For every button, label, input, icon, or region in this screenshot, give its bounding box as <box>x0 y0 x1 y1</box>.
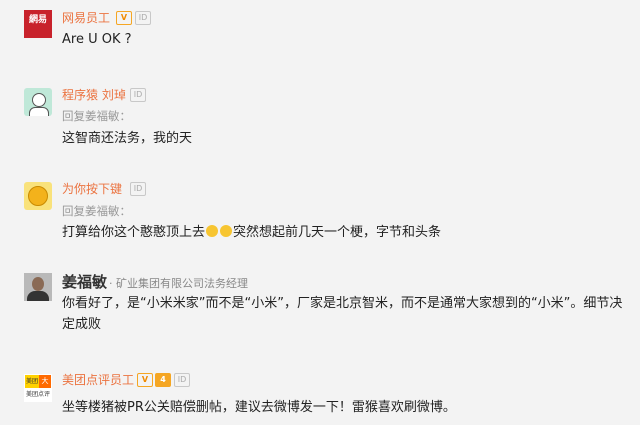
username[interactable]: 为你按下键 <box>62 180 122 197</box>
avatar-person-icon <box>32 277 44 291</box>
comment-item: 为你按下键 ID 回复姜福敏： 打算给你这个憨憨顶上去 突然想起前几天一个梗，字节… <box>0 170 640 256</box>
verified-badge-icon: V <box>137 373 153 387</box>
comment-item: 姜福敏 · 矿业集团有限公司法务经理 你看好了，是“小米米家”而不是“小米”，厂… <box>0 262 640 362</box>
avatar-cartoon-icon <box>28 186 48 206</box>
avatar[interactable] <box>24 88 52 116</box>
avatar-shoulders-icon <box>27 291 49 301</box>
username[interactable]: 网易员工 <box>62 9 110 26</box>
comment-text: 这智商还法务，我的天 <box>62 131 193 146</box>
username[interactable]: 姜福敏 <box>62 271 107 292</box>
comment-item: 網易 网易员工 V ID Are U OK ? <box>0 0 640 80</box>
id-badge: ID <box>174 373 190 387</box>
id-badge: ID <box>135 11 151 25</box>
username[interactable]: 美团点评员工 <box>62 371 134 388</box>
comment-text: Are U OK ? <box>62 32 132 47</box>
comment-item: 美团 大 美团点评 美团点评员工 V 4 ID 坐等楼猪被PR公关赔偿删帖，建议… <box>0 362 640 425</box>
comment-text-part: 打算给你这个憨憨顶上去 <box>62 225 206 240</box>
comment-text: 坐等楼猪被PR公关赔偿删帖，建议去微博发一下！雷猴喜欢刷微博。 <box>62 400 456 415</box>
reply-to-label[interactable]: 回复姜福敏： <box>62 203 131 219</box>
avatar-face-icon <box>32 93 46 107</box>
comment-text-part: 突然想起前几天一个梗，字节和头条 <box>233 225 442 240</box>
avatar-logo-text: 網易 <box>28 15 47 25</box>
level-badge-icon: 4 <box>155 373 171 387</box>
avatar-caption: 美团点评 <box>25 391 50 398</box>
avatar-body-icon <box>29 107 49 116</box>
username[interactable]: 程序猿 刘琸 <box>62 86 126 103</box>
comment-text: 打算给你这个憨憨顶上去 突然想起前几天一个梗，字节和头条 <box>62 221 441 240</box>
reply-to-label[interactable]: 回复姜福敏： <box>62 108 131 124</box>
avatar[interactable]: 美团 大 美团点评 <box>24 374 52 402</box>
grin-emoji-icon <box>206 225 219 237</box>
meituan-logo-icon: 美团 <box>25 375 39 388</box>
id-badge: ID <box>130 88 146 102</box>
avatar[interactable] <box>24 182 52 210</box>
verified-badge-icon: V <box>116 11 132 25</box>
avatar[interactable]: 網易 <box>24 10 52 38</box>
user-title: · 矿业集团有限公司法务经理 <box>109 277 248 290</box>
id-badge: ID <box>130 182 146 196</box>
avatar[interactable] <box>24 273 52 301</box>
dianping-logo-icon: 大 <box>39 375 51 388</box>
comment-text: 你看好了，是“小米米家”而不是“小米”，厂家是北京智米，而不是通常大家想到的“小… <box>62 296 623 332</box>
grin-emoji-icon <box>220 225 233 237</box>
comment-item: 程序猿 刘琸 ID 回复姜福敏： 这智商还法务，我的天 <box>0 82 640 168</box>
